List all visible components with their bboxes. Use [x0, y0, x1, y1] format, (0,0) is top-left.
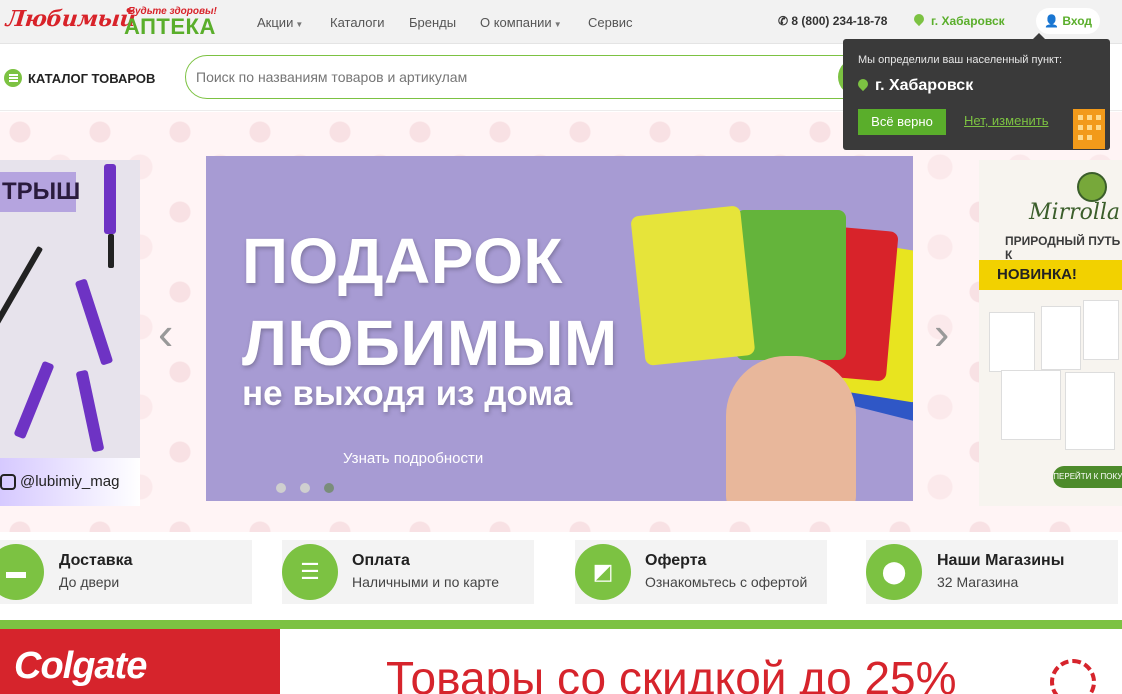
- phone-icon: ✆: [778, 14, 792, 28]
- search-input[interactable]: [185, 55, 865, 99]
- features-row: ▬ Доставка До двери ☰ Оплата Наличными и…: [0, 540, 1122, 606]
- slider-dot[interactable]: [276, 483, 286, 493]
- product-box-image: [1001, 370, 1061, 440]
- city-selector[interactable]: г. Хабаровск: [911, 11, 1005, 28]
- slider-dot[interactable]: [300, 483, 310, 493]
- slider-dots: [276, 480, 348, 498]
- eyeliner-image: [0, 245, 44, 345]
- catalog-button[interactable]: КАТАЛОГ ТОВАРОВ: [4, 66, 155, 90]
- mascara-brush-image: [108, 234, 114, 268]
- logo-lubimy[interactable]: Любимый: [5, 6, 137, 32]
- nav-item-service[interactable]: Сервис: [588, 15, 633, 30]
- truck-icon: ▬: [0, 544, 44, 600]
- colgate-logo: Colgate: [0, 629, 280, 694]
- burst-icon: [1050, 659, 1096, 694]
- document-icon: ◩: [575, 544, 631, 600]
- nav-item-brands[interactable]: Бренды: [409, 15, 456, 30]
- banner-line-3: не выходя из дома: [242, 374, 573, 413]
- chevron-down-icon: ▼: [295, 20, 304, 29]
- city-confirm-popup: Мы определили ваш населенный пункт: г. Х…: [843, 33, 1110, 150]
- feature-stores[interactable]: ⬤ Наши Магазины 32 Магазина: [866, 540, 1118, 604]
- slide-prev-preview[interactable]: ТРЫШ @lubimiy_mag: [0, 160, 140, 506]
- shop-now-button[interactable]: ПЕРЕЙТИ К ПОКУПК: [1053, 466, 1122, 488]
- instagram-icon: [0, 474, 16, 491]
- mascara-image: [75, 369, 105, 453]
- banner-line-2: ЛЮБИМЫМ: [242, 307, 618, 379]
- top-header: Любимый Будьте здоровы! АПТЕКА Акции ▼ Ка…: [0, 0, 1122, 44]
- feature-title: Оферта: [645, 552, 707, 569]
- mascara-image: [104, 164, 116, 234]
- feature-title: Доставка: [59, 552, 133, 569]
- feature-subtitle: Наличными и по карте: [352, 574, 500, 590]
- phone-link[interactable]: ✆ 8 (800) 234-18-78: [778, 14, 887, 28]
- nav-item-about[interactable]: О компании ▼: [480, 15, 562, 30]
- product-box-image: [1041, 306, 1081, 370]
- feature-subtitle: 32 Магазина: [937, 574, 1019, 590]
- gift-card-image: [630, 205, 756, 366]
- change-city-link[interactable]: Нет, изменить: [964, 113, 1048, 128]
- mascara-image: [13, 360, 55, 440]
- product-box-image: [1065, 372, 1115, 450]
- banner-more-link[interactable]: Узнать подробности: [343, 450, 483, 467]
- promo-text: Товары со скидкой до 25%: [386, 652, 957, 694]
- slider-prev-arrow[interactable]: ‹: [158, 306, 173, 360]
- main-banner[interactable]: ПОДАРОК ЛЮБИМЫМ не выходя из дома Узнать…: [206, 156, 913, 501]
- feature-subtitle: Ознакомьтесь с офертой: [645, 574, 808, 590]
- feature-offer[interactable]: ◩ Оферта Ознакомьтесь с офертой: [575, 540, 827, 604]
- promo-banner[interactable]: Colgate Товары со скидкой до 25%: [0, 629, 1122, 694]
- leaf-logo-icon: [1077, 172, 1107, 202]
- coins-icon: ☰: [282, 544, 338, 600]
- slide-next-preview[interactable]: Mirrolla ПРИРОДНЫЙ ПУТЬ К НОВИНКА! ПЕРЕЙ…: [979, 160, 1122, 506]
- user-icon: 👤: [1044, 14, 1059, 28]
- banner-line-1: ПОДАРОК: [242, 225, 563, 297]
- confirm-city-button[interactable]: Всё верно: [858, 109, 946, 135]
- hand-image: [726, 356, 856, 501]
- map-pin-icon: [911, 11, 927, 27]
- feature-delivery[interactable]: ▬ Доставка До двери: [0, 540, 252, 604]
- popup-hint: Мы определили ваш населенный пункт:: [858, 54, 1063, 66]
- divider: [0, 620, 1122, 629]
- chevron-down-icon: ▼: [553, 20, 562, 29]
- map-pin-icon: ⬤: [866, 544, 922, 600]
- feature-title: Наши Магазины: [937, 552, 1065, 569]
- brand-logo-mirrolla: Mirrolla: [1029, 200, 1121, 225]
- catalog-label: КАТАЛОГ ТОВАРОВ: [28, 70, 156, 86]
- slider-dot-active[interactable]: [324, 483, 334, 493]
- slider-next-arrow[interactable]: ›: [934, 306, 949, 360]
- instagram-handle: @lubimiy_mag: [0, 458, 140, 506]
- map-pin-icon: [855, 76, 871, 92]
- logo-apteka[interactable]: АПТЕКА: [124, 14, 216, 40]
- building-icon: [1073, 109, 1105, 149]
- colgate-logo-text: Colgate: [14, 645, 147, 687]
- feature-payment[interactable]: ☰ Оплата Наличными и по карте: [282, 540, 534, 604]
- nav-item-catalogs[interactable]: Каталоги: [330, 15, 385, 30]
- slide-tag: ТРЫШ: [0, 172, 80, 212]
- product-box-image: [989, 312, 1035, 372]
- feature-subtitle: До двери: [59, 574, 120, 590]
- popup-city: г. Хабаровск: [855, 76, 973, 95]
- nav-item-promotions[interactable]: Акции ▼: [257, 15, 303, 30]
- feature-title: Оплата: [352, 552, 410, 569]
- new-badge: НОВИНКА!: [979, 260, 1122, 290]
- menu-icon: [4, 69, 22, 87]
- slide-subtitle: ПРИРОДНЫЙ ПУТЬ К: [1005, 234, 1121, 262]
- mascara-image: [74, 278, 114, 366]
- login-button[interactable]: 👤 Вход: [1036, 8, 1100, 34]
- product-box-image: [1083, 300, 1119, 360]
